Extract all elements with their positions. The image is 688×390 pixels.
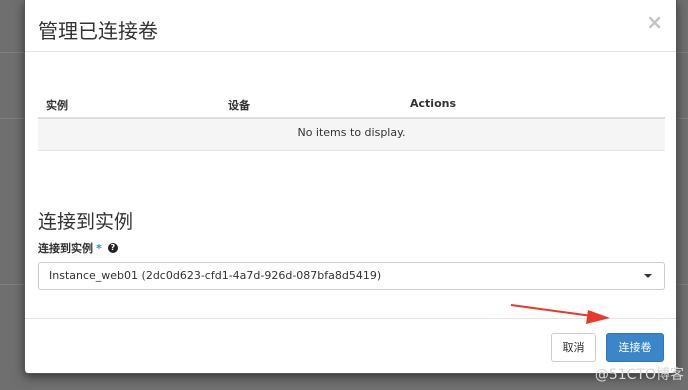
watermark: @51CTO博客 [594, 367, 684, 383]
attach-section-title: 连接到实例 [38, 211, 134, 233]
instance-field-label-text: 连接到实例 [38, 242, 93, 255]
column-header-instance[interactable]: 实例 [46, 97, 68, 113]
instance-select[interactable]: Instance_web01 (2dc0d623-cfd1-4a7d-926d-… [38, 262, 665, 290]
required-mark: * [96, 241, 102, 255]
close-icon[interactable]: × [646, 12, 663, 32]
column-header-actions: Actions [410, 97, 456, 110]
attachments-table: 实例 设备 Actions No items to display. [38, 88, 665, 151]
manage-volume-attachments-dialog: 管理已连接卷 × 实例 设备 Actions No items to displ… [24, 0, 677, 374]
cancel-button[interactable]: 取消 [551, 333, 596, 362]
instance-field-label: 连接到实例 * ? [38, 240, 118, 256]
dialog-footer: 取消 连接卷 [25, 318, 676, 374]
column-header-device[interactable]: 设备 [228, 97, 250, 113]
help-icon[interactable]: ? [107, 243, 118, 253]
chevron-down-icon [644, 274, 652, 278]
dialog-title: 管理已连接卷 [38, 19, 158, 43]
empty-table-message: No items to display. [38, 119, 665, 151]
instance-select-value: Instance_web01 (2dc0d623-cfd1-4a7d-926d-… [49, 269, 382, 282]
table-header: 实例 设备 Actions [38, 88, 665, 119]
attach-volume-button[interactable]: 连接卷 [606, 333, 664, 362]
dialog-header: 管理已连接卷 × [25, 0, 676, 52]
